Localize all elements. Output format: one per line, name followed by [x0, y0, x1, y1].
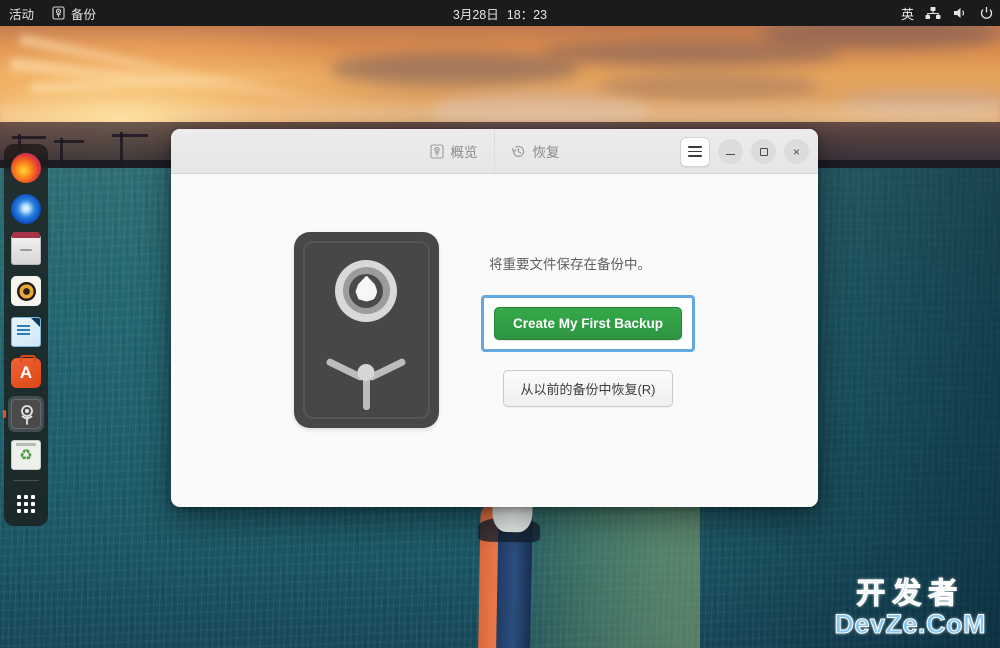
safe-icon [11, 399, 41, 429]
tab-restore-label: 恢复 [532, 145, 560, 160]
dock-item-backups[interactable] [3, 396, 44, 432]
ubuntu-dock: A ♻ [3, 144, 48, 526]
window-controls-group: × [680, 129, 809, 174]
backup-actions-panel: 将重要文件保存在备份中。 Create My First Backup 从以前的… [480, 253, 696, 407]
minimize-button[interactable] [718, 139, 743, 164]
create-first-backup-button[interactable]: Create My First Backup [493, 306, 683, 340]
software-icon: A [11, 355, 41, 388]
gnome-top-bar: 活动 备份 3月28日 18：23 英 [0, 0, 1000, 26]
dock-item-ubuntu-software[interactable]: A [8, 355, 44, 391]
dock-item-firefox[interactable] [8, 150, 44, 186]
dock-divider [13, 480, 39, 481]
maximize-button[interactable] [751, 139, 776, 164]
safe-dial-pointer [355, 275, 378, 302]
firefox-icon [11, 153, 41, 183]
safe-dial-center [349, 273, 384, 308]
minimize-icon [726, 153, 735, 156]
app-menu-button[interactable]: 备份 [43, 0, 105, 26]
dock-item-trash[interactable]: ♻ [8, 437, 44, 473]
restore-from-previous-backup-button[interactable]: 从以前的备份中恢复(R) [503, 369, 673, 407]
maximize-icon [759, 147, 768, 156]
close-button[interactable]: × [784, 139, 809, 164]
activities-label: 活动 [9, 7, 35, 22]
safe-icon [52, 6, 65, 20]
history-icon [510, 144, 526, 159]
thunderbird-icon [11, 194, 41, 224]
dock-item-libreoffice-writer[interactable] [8, 314, 44, 350]
safe-handle-hub [357, 363, 375, 381]
network-icon[interactable] [925, 6, 941, 20]
files-icon [11, 232, 41, 265]
safe-handle [323, 344, 409, 410]
trash-icon: ♻ [11, 440, 41, 470]
tab-overview[interactable]: 概览 [414, 129, 494, 174]
clock-date: 3月28日 [452, 7, 499, 22]
writer-icon [11, 317, 41, 347]
activities-button[interactable]: 活动 [0, 0, 43, 26]
backups-window: 概览 恢复 × 将重要文件保存在备份中。 Create My First Bac… [171, 129, 818, 507]
safe-icon [429, 143, 444, 159]
window-content: 将重要文件保存在备份中。 Create My First Backup 从以前的… [171, 174, 818, 507]
dock-item-files[interactable] [8, 232, 44, 268]
hamburger-menu-button[interactable] [680, 136, 710, 167]
desktop-screen: 活动 备份 3月28日 18：23 英 A ♻ 概览 恢复 × 将重要文件保存在… [0, 0, 1000, 648]
volume-icon[interactable] [952, 6, 968, 20]
app-menu-label: 备份 [71, 7, 97, 22]
dock-item-rhythmbox[interactable] [8, 273, 44, 309]
safe-dial [335, 259, 398, 322]
app-grid-icon [17, 495, 35, 513]
tab-restore[interactable]: 恢复 [495, 129, 576, 174]
tab-overview-label: 概览 [450, 145, 478, 160]
dock-item-thunderbird[interactable] [8, 191, 44, 227]
clock-time: 18：23 [506, 7, 548, 22]
power-icon[interactable] [979, 6, 994, 21]
hamburger-menu-icon [688, 146, 702, 157]
lead-text: 将重要文件保存在备份中。 [488, 256, 651, 272]
running-indicator-dot [3, 410, 6, 418]
window-header-bar: 概览 恢复 × [171, 129, 818, 174]
close-icon: × [792, 144, 800, 159]
safe-dial-ring [342, 267, 390, 314]
music-icon [11, 276, 41, 306]
show-applications-button[interactable] [8, 488, 44, 520]
input-method-indicator[interactable]: 英 [901, 4, 914, 23]
safe-illustration [293, 231, 439, 428]
primary-button-focus-ring: Create My First Backup [480, 294, 696, 352]
wallpaper-ship [467, 477, 545, 648]
